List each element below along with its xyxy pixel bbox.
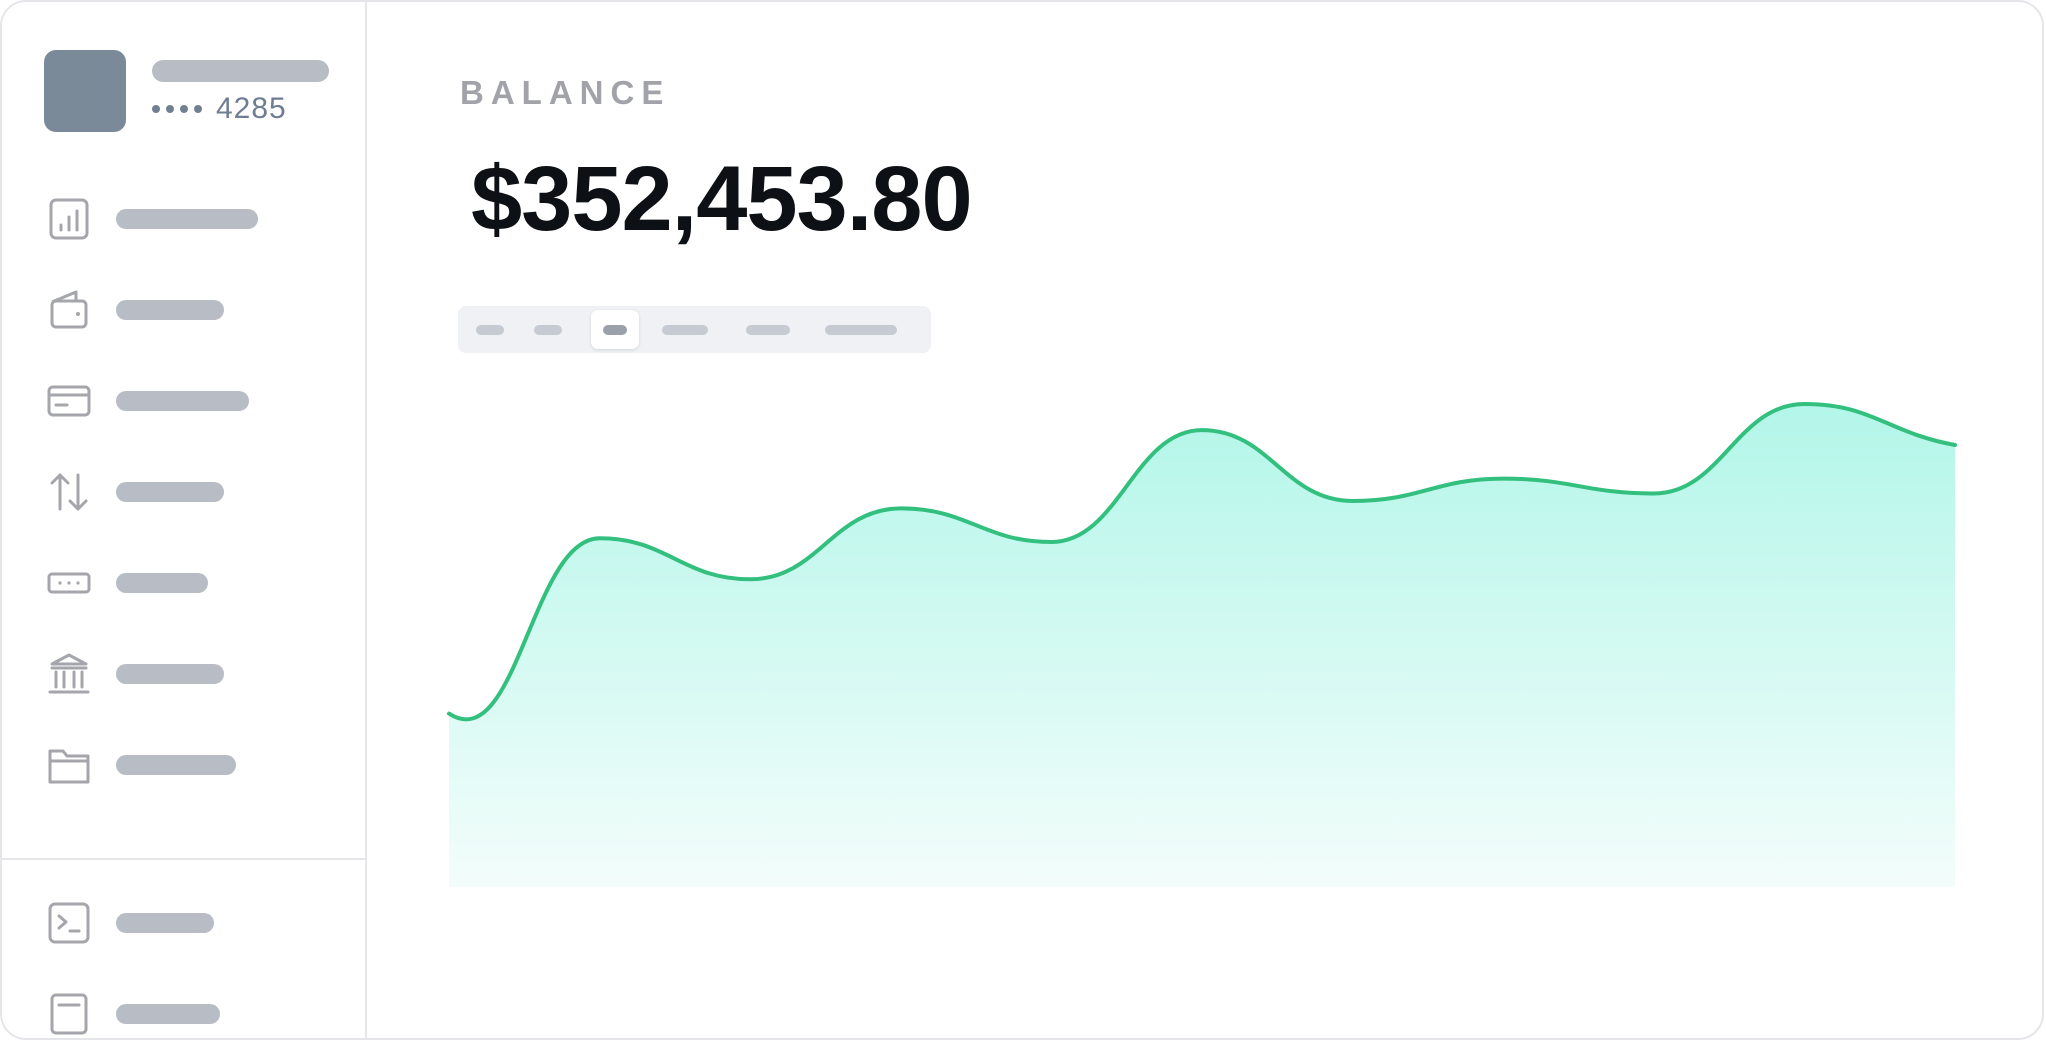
account-name-placeholder: [152, 60, 329, 82]
sidebar-item-documents[interactable]: [42, 735, 332, 795]
sidebar-item-label: [116, 482, 224, 502]
time-range-selector: [458, 306, 931, 353]
account-number: 4285: [152, 92, 287, 125]
sidebar-item-credentials[interactable]: [42, 553, 332, 613]
sidebar-item-dashboard[interactable]: [42, 189, 332, 249]
range-tab-selected[interactable]: [591, 310, 639, 349]
app-window: 4285 BALANCE $352,453.80: [0, 0, 2044, 1040]
password-field-icon: [42, 556, 96, 610]
balance-label: BALANCE: [460, 74, 671, 111]
sidebar-item-wallet[interactable]: [42, 280, 332, 340]
bar-chart-icon: [42, 192, 96, 246]
range-tab[interactable]: [821, 310, 901, 349]
sidebar-item-cards[interactable]: [42, 371, 332, 431]
range-tab[interactable]: [472, 310, 508, 349]
folder-icon: [42, 738, 96, 792]
bank-icon: [42, 647, 96, 701]
sidebar-item-label: [116, 913, 214, 933]
sidebar-item-label: [116, 300, 224, 320]
masked-digits: [152, 105, 202, 113]
document-icon: [42, 987, 96, 1038]
sidebar-item-label: [116, 209, 258, 229]
sidebar-item-bank[interactable]: [42, 644, 332, 704]
chart-area: [449, 404, 1955, 887]
main-panel: BALANCE $352,453.80: [367, 2, 2042, 1038]
balance-amount: $352,453.80: [471, 148, 973, 250]
account-avatar: [44, 50, 126, 132]
sidebar-item-developer[interactable]: [42, 893, 332, 953]
balance-chart: [447, 401, 1957, 887]
range-tab[interactable]: [658, 310, 712, 349]
sidebar-item-statements[interactable]: [42, 984, 332, 1038]
sidebar-item-label: [116, 573, 208, 593]
terminal-icon: [42, 896, 96, 950]
sidebar-item-transfers[interactable]: [42, 462, 332, 522]
credit-card-icon: [42, 374, 96, 428]
sidebar-item-label: [116, 755, 236, 775]
wallet-icon: [42, 283, 96, 337]
account-switcher[interactable]: 4285: [43, 50, 343, 134]
sidebar: 4285: [2, 2, 367, 1038]
range-tab[interactable]: [530, 310, 566, 349]
sidebar-item-label: [116, 391, 249, 411]
sidebar-item-label: [116, 664, 224, 684]
sidebar-item-label: [116, 1004, 220, 1024]
sidebar-divider: [2, 858, 365, 860]
account-last4: 4285: [216, 92, 287, 125]
range-tab[interactable]: [742, 310, 794, 349]
transfer-arrows-icon: [42, 465, 96, 519]
